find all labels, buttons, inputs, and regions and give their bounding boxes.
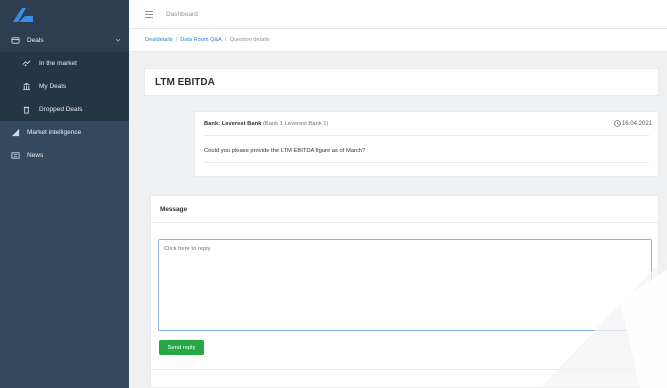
clock-icon xyxy=(614,120,621,127)
sidebar-item-label: News xyxy=(27,152,44,159)
breadcrumb-data-room-qa[interactable]: Data Room Q&A xyxy=(180,37,222,43)
bank-label: Bank: Leverest Bank xyxy=(204,121,262,127)
question-text: Could you please provide the LTM EBITDA … xyxy=(204,148,366,154)
question-title-card: LTM EBITDA xyxy=(144,68,659,96)
folder-icon xyxy=(11,36,20,45)
sidebar-item-dropped-deals[interactable]: Dropped Deals xyxy=(0,98,129,121)
breadcrumb-separator: / xyxy=(175,37,178,43)
question-title: LTM EBITDA xyxy=(155,76,215,88)
question-card: Bank: Leverest Bank (Bank 1 Leverest Ban… xyxy=(194,111,659,177)
breadcrumb-current: Question details xyxy=(229,37,270,43)
message-label: Message xyxy=(160,206,187,213)
logo-bar[interactable] xyxy=(0,0,129,29)
question-date-text: 16.04.2021 xyxy=(621,120,652,127)
sidebar-item-my-deals[interactable]: My Deals xyxy=(0,75,129,98)
reply-textarea[interactable] xyxy=(158,239,652,331)
sidebar-item-label: Market intelligence xyxy=(27,129,82,136)
sidebar-item-in-the-market[interactable]: In the market xyxy=(0,52,129,75)
sidebar-item-label: In the market xyxy=(39,60,77,67)
chevron-down-icon xyxy=(115,38,121,42)
chart-icon xyxy=(11,128,20,137)
logo-icon xyxy=(13,7,33,22)
divider xyxy=(204,135,649,136)
page-title: Dashboard xyxy=(166,10,198,18)
topbar: Dashboard xyxy=(129,0,667,29)
send-reply-button[interactable]: Send reply xyxy=(159,340,204,355)
handshake-icon xyxy=(22,59,31,68)
sidebar-item-label: Deals xyxy=(27,37,44,44)
hamburger-menu-icon[interactable] xyxy=(145,10,153,18)
sidebar-item-label: Dropped Deals xyxy=(39,106,83,113)
sidebar: Deals In the market My Deals Dropped Dea… xyxy=(0,0,129,388)
sidebar-item-deals[interactable]: Deals xyxy=(0,29,129,52)
newspaper-icon xyxy=(11,151,20,160)
message-card: Message Send reply xyxy=(150,195,659,388)
divider xyxy=(204,162,649,163)
breadcrumb: Dealdetails / Data Room Q&A / Question d… xyxy=(129,29,667,52)
question-date: 16.04.2021 xyxy=(614,120,652,127)
sidebar-item-label: My Deals xyxy=(39,83,67,90)
breadcrumb-dealdetails[interactable]: Dealdetails xyxy=(145,37,173,43)
breadcrumb-separator: / xyxy=(224,37,227,43)
sidebar-item-market-intelligence[interactable]: Market intelligence xyxy=(0,121,129,144)
bank-detail: (Bank 1 Leverest Bank 1) xyxy=(262,121,329,127)
trash-icon xyxy=(22,105,31,114)
bank-icon xyxy=(22,82,31,91)
question-header: Bank: Leverest Bank (Bank 1 Leverest Ban… xyxy=(204,121,328,127)
divider xyxy=(151,222,658,223)
divider xyxy=(151,369,658,370)
sidebar-item-news[interactable]: News xyxy=(0,144,129,167)
